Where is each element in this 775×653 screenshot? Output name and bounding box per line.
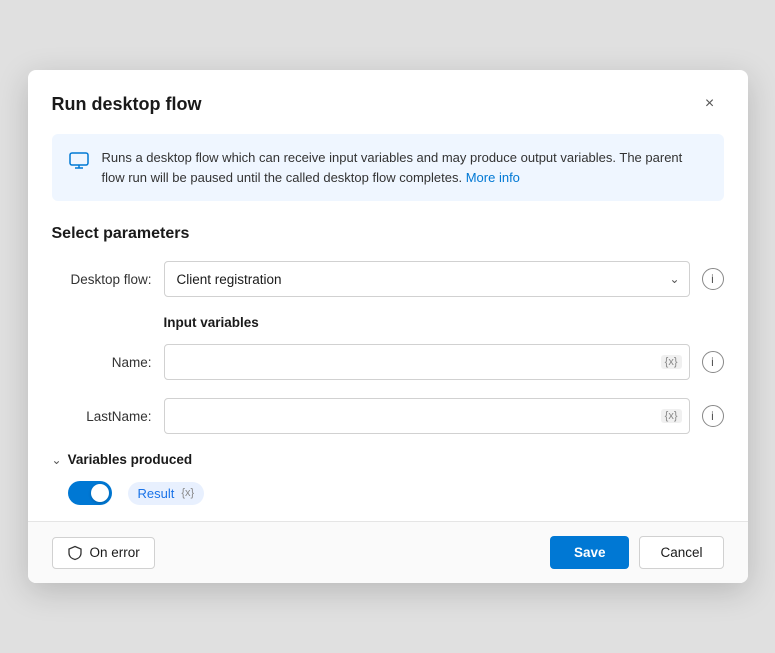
dialog-footer: On error Save Cancel xyxy=(28,521,748,583)
monitor-icon xyxy=(68,150,90,177)
desktop-flow-label: Desktop flow: xyxy=(52,272,152,287)
dialog-header: Run desktop flow × xyxy=(28,70,748,134)
variables-produced-content: Result {x} xyxy=(68,481,724,505)
lastname-label: LastName: xyxy=(52,409,152,424)
on-error-button[interactable]: On error xyxy=(52,537,155,569)
on-error-label: On error xyxy=(90,545,140,560)
name-input-wrapper: {x} xyxy=(164,344,690,380)
name-info-icon[interactable]: i xyxy=(702,351,724,373)
input-variables-label: Input variables xyxy=(164,315,724,330)
variables-produced-section: ⌄ Variables produced Result {x} xyxy=(52,452,724,505)
variables-toggle[interactable] xyxy=(68,481,112,505)
lastname-row: LastName: {x} i xyxy=(52,398,724,434)
close-button[interactable]: × xyxy=(696,90,724,118)
dialog-body: Select parameters Desktop flow: Client r… xyxy=(28,217,748,521)
footer-right: Save Cancel xyxy=(550,536,724,569)
chevron-collapse-icon: ⌄ xyxy=(52,453,62,467)
name-row: Name: {x} i xyxy=(52,344,724,380)
desktop-flow-select-wrapper: Client registration ⌄ xyxy=(164,261,690,297)
desktop-flow-info-icon[interactable]: i xyxy=(702,268,724,290)
info-banner-text: Runs a desktop flow which can receive in… xyxy=(102,148,708,187)
result-badge: Result {x} xyxy=(128,482,205,505)
toggle-thumb xyxy=(91,484,109,502)
more-info-link[interactable]: More info xyxy=(466,170,520,185)
result-label: Result xyxy=(138,486,175,501)
info-banner: Runs a desktop flow which can receive in… xyxy=(52,134,724,201)
cancel-button[interactable]: Cancel xyxy=(639,536,723,569)
shield-icon xyxy=(67,545,83,561)
dialog-title: Run desktop flow xyxy=(52,94,202,115)
save-button[interactable]: Save xyxy=(550,536,630,569)
name-input[interactable] xyxy=(164,344,690,380)
lastname-input-wrapper: {x} xyxy=(164,398,690,434)
lastname-info-icon[interactable]: i xyxy=(702,405,724,427)
section-title: Select parameters xyxy=(52,225,724,243)
lastname-input[interactable] xyxy=(164,398,690,434)
desktop-flow-select[interactable]: Client registration xyxy=(164,261,690,297)
desktop-flow-row: Desktop flow: Client registration ⌄ i xyxy=(52,261,724,297)
variables-produced-title: Variables produced xyxy=(68,452,193,467)
result-x-badge: {x} xyxy=(181,487,194,499)
name-label: Name: xyxy=(52,355,152,370)
variables-produced-header[interactable]: ⌄ Variables produced xyxy=(52,452,724,467)
run-desktop-flow-dialog: Run desktop flow × Runs a desktop flow w… xyxy=(28,70,748,583)
